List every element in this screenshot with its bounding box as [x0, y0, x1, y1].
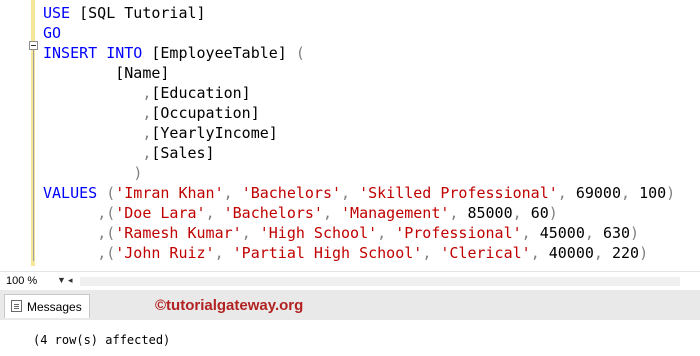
chevron-down-icon[interactable]: ▼: [57, 275, 66, 285]
code-token: (: [295, 44, 305, 62]
code-token: 45000: [539, 224, 585, 242]
code-token: INSERT INTO: [43, 44, 152, 62]
code-token: ): [133, 164, 143, 182]
code-line: INSERT INTO [EmployeeTable] (: [43, 43, 305, 63]
scroll-left-icon[interactable]: ◂: [68, 275, 73, 286]
code-token: [Education]: [151, 84, 251, 102]
code-token: ,: [214, 244, 233, 262]
code-token: ,: [422, 244, 441, 262]
editor-status-bar: 100 % ▼ ◂: [0, 271, 700, 291]
rows-affected-message: (4 row(s) affected): [33, 333, 171, 347]
code-line: GO: [43, 23, 61, 43]
code-token: ,(: [97, 244, 116, 262]
code-token: [SQL Tutorial]: [79, 4, 206, 22]
code-line: ,[Sales]: [43, 143, 215, 163]
code-token: ,: [512, 204, 531, 222]
code-token: 'Doe Lara': [115, 204, 206, 222]
code-token: ,: [241, 224, 260, 242]
code-token: 'Ramesh Kumar': [115, 224, 242, 242]
code-token: ,: [341, 184, 360, 202]
code-token: ): [630, 224, 640, 242]
code-token: 220: [611, 244, 640, 262]
outline-line: [33, 47, 34, 261]
code-line: ,('John Ruiz', 'Partial High School', 'C…: [43, 243, 648, 263]
code-token: [YearlyIncome]: [151, 124, 278, 142]
messages-icon: [11, 300, 22, 312]
code-token: GO: [43, 24, 62, 42]
tab-messages-label: Messages: [27, 300, 82, 314]
code-line: [Name]: [43, 63, 169, 83]
code-token: 'John Ruiz': [115, 244, 215, 262]
code-line: ,[YearlyIncome]: [43, 123, 278, 143]
code-token: 'Professional': [395, 224, 522, 242]
code-token: [Sales]: [151, 144, 215, 162]
code-token: [Name]: [43, 64, 170, 82]
code-token: 'Clerical': [440, 244, 531, 262]
code-line: ,('Ramesh Kumar', 'High School', 'Profes…: [43, 223, 639, 243]
messages-pane: (4 row(s) affected): [0, 320, 700, 356]
code-token: ,(: [97, 204, 116, 222]
collapse-toggle-icon[interactable]: [29, 41, 38, 50]
query-editor[interactable]: USE [SQL Tutorial] GO INSERT INTO [Employe…: [0, 0, 700, 271]
code-token: 'Imran Khan': [115, 184, 224, 202]
code-token: ,: [521, 224, 540, 242]
code-token: ,: [377, 224, 396, 242]
code-line: ,('Doe Lara', 'Bachelors', 'Management',…: [43, 203, 558, 223]
results-tab-strip: Messages: [0, 290, 700, 320]
code-token: 85000: [467, 204, 513, 222]
code-token: 'High School': [259, 224, 378, 242]
code-line: ,[Education]: [43, 83, 251, 103]
code-token: 630: [602, 224, 631, 242]
code-token: ,: [557, 184, 576, 202]
code-line: ,[Occupation]: [43, 103, 260, 123]
code-token: ,: [223, 184, 242, 202]
code-token: USE: [43, 4, 80, 22]
code-token: 'Skilled Professional': [359, 184, 558, 202]
code-token: VALUES: [43, 184, 107, 202]
code-token: 40000: [548, 244, 594, 262]
code-token: ,: [593, 244, 612, 262]
watermark: ©tutorialgateway.org: [155, 297, 304, 314]
code-line: ): [43, 163, 142, 183]
zoom-level[interactable]: 100 %: [6, 275, 37, 287]
code-token: 'Bachelors': [241, 184, 342, 202]
code-token: ,(: [97, 224, 116, 242]
code-token: 69000: [575, 184, 621, 202]
code-token: ,: [530, 244, 549, 262]
code-token: 'Partial High School': [232, 244, 423, 262]
code-line: USE [SQL Tutorial]: [43, 3, 206, 23]
tab-messages[interactable]: Messages: [4, 294, 90, 318]
code-token: 'Management': [341, 204, 450, 222]
code-token: ,: [322, 204, 342, 222]
code-token: [EmployeeTable]: [151, 44, 296, 62]
code-line: VALUES ('Imran Khan', 'Bachelors', 'Skil…: [43, 183, 675, 203]
horizontal-scrollbar[interactable]: [80, 277, 680, 286]
code-token: ,: [621, 184, 640, 202]
code-token: ,: [205, 204, 224, 222]
code-token: 100: [639, 184, 667, 202]
code-token: ): [666, 184, 676, 202]
code-token: 'Bachelors': [223, 204, 323, 222]
code-token: ,: [449, 204, 468, 222]
code-token: ): [548, 204, 558, 222]
code-token: ): [639, 244, 649, 262]
code-token: ,: [584, 224, 603, 242]
code-token: (: [106, 184, 116, 202]
code-token: 60: [530, 204, 549, 222]
code-token: [Occupation]: [151, 104, 260, 122]
